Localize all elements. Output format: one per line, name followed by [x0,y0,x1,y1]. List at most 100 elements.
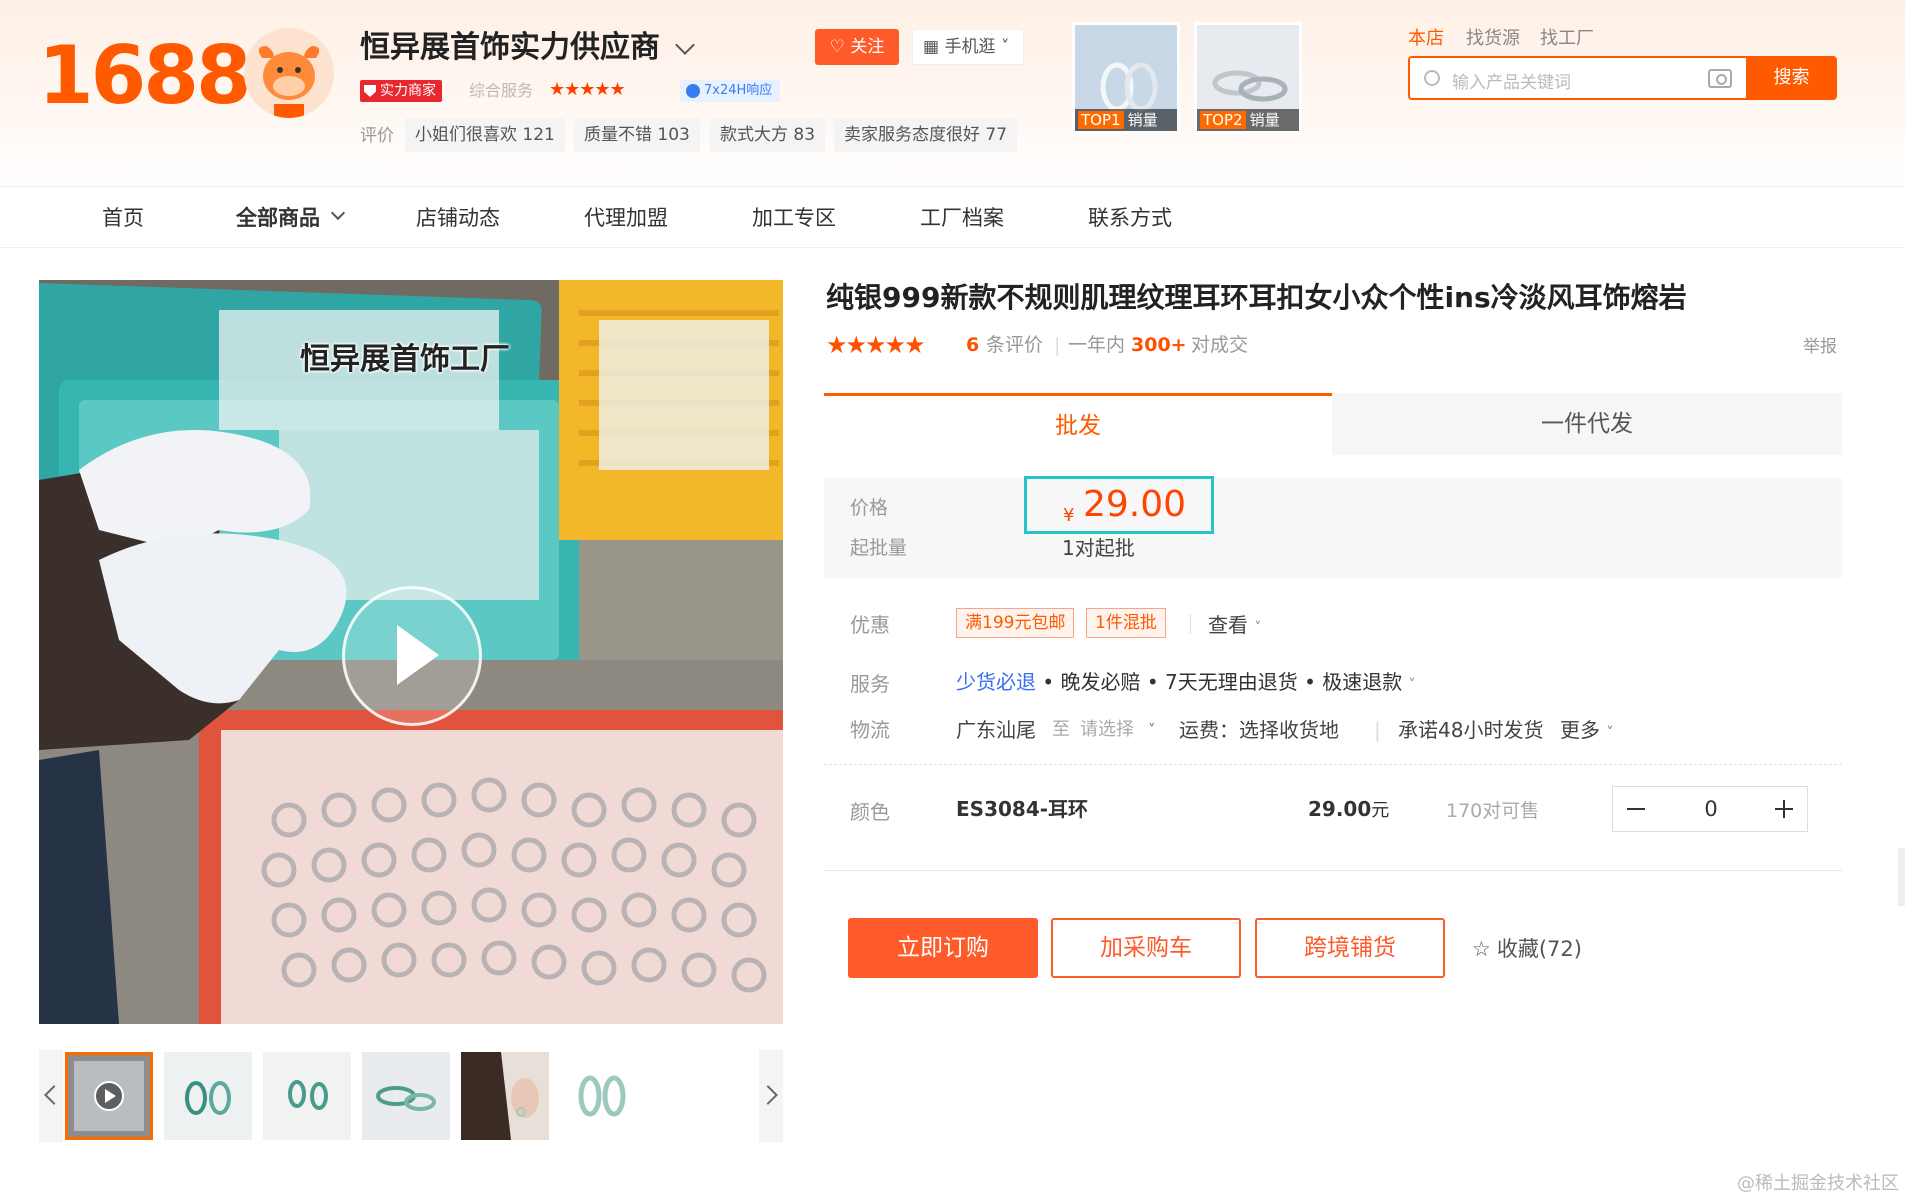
service-item[interactable]: 少货必退 [956,670,1036,694]
top-rank-label: TOP2 销量 [1197,109,1299,131]
more-logistics-link[interactable]: 更多 ˅ [1560,716,1613,747]
nav-all-products[interactable]: 全部商品 [236,203,320,233]
search-placeholder: 输入产品关键词 [1452,73,1571,93]
coupon-badge[interactable]: 满199元包邮 [956,608,1075,638]
nav-agency[interactable]: 代理加盟 [584,203,668,233]
thumbnail-image[interactable] [263,1052,351,1140]
service-item: 晚发必赔 [1060,670,1141,694]
watermark: @稀土掘金技术社区 [1737,1173,1899,1194]
order-now-button[interactable]: 立即订购 [848,918,1038,978]
next-thumb-button[interactable] [758,1050,783,1142]
evaluation-label: 评价 [360,126,394,146]
review-tag[interactable]: 款式大方 83 [710,118,826,152]
shield-icon [364,85,376,97]
quantity-input[interactable]: 0 [1657,787,1765,831]
chevron-down-icon[interactable]: ˅ [1409,677,1416,693]
nav-shop-news[interactable]: 店铺动态 [416,203,500,233]
service-list[interactable]: 少货必退 • 晚发必赔 • 7天无理由退货 • 极速退款 ˅ [956,668,1416,699]
cross-border-button[interactable]: 跨境铺货 [1255,918,1445,978]
rank-badge: TOP1 [1078,111,1124,129]
nav-factory-profile[interactable]: 工厂档案 [920,203,1004,233]
sku-price: 29.00元 [1308,795,1389,825]
shop-avatar[interactable] [244,28,334,118]
search-input[interactable]: 输入产品关键词 [1408,56,1746,100]
shop-nav: 首页 全部商品 店铺动态 代理加盟 加工专区 工厂档案 联系方式 [0,186,1905,248]
divider [824,764,1842,765]
review-count[interactable]: 6 [966,332,979,358]
search-tab-this-shop[interactable]: 本店 [1408,26,1444,52]
tab-wholesale[interactable]: 批发 [824,393,1332,455]
price-label: 价格 [850,497,889,519]
thumbnail-image[interactable] [362,1052,450,1140]
chevron-right-icon [758,1085,778,1105]
see-coupons-link[interactable]: 查看 ˅ [1208,611,1261,642]
prev-thumb-button[interactable] [39,1050,64,1142]
camera-icon[interactable] [1708,69,1732,88]
report-link[interactable]: 举报 [1803,332,1837,357]
to-label: 至 [1052,719,1070,740]
quantity-stepper: 0 [1612,786,1808,832]
tag-text: 款式大方 [720,125,788,145]
coupon-badge[interactable]: 1件混批 [1086,608,1166,638]
tag-count: 83 [793,125,816,145]
follow-label: 关注 [850,37,885,57]
follow-button[interactable]: ♡ 关注 [815,29,899,65]
rank-badge: TOP2 [1200,111,1246,129]
review-tag[interactable]: 卖家服务态度很好 77 [834,118,1018,152]
top-product-2[interactable]: TOP2 销量 [1194,22,1302,134]
add-to-cart-button[interactable]: 加采购车 [1051,918,1241,978]
search-icon [1424,70,1440,86]
badge-label: 实力商家 [380,83,436,99]
year-label: 一年内 [1068,334,1126,356]
rank-text: 销量 [1249,111,1280,129]
review-tag[interactable]: 小姐们很喜欢 121 [405,118,565,152]
site-logo[interactable]: 1688 [38,30,252,122]
sku-price-value: 29.00 [1308,797,1372,821]
nav-home[interactable]: 首页 [102,203,144,233]
divider [1190,614,1191,634]
favorite-button[interactable]: ☆ 收藏(72) [1472,934,1582,964]
service-label: 综合服务 [469,81,534,100]
qr-icon: ▦ [923,37,940,57]
tag-text: 小姐们很喜欢 [415,125,517,145]
color-label: 颜色 [850,800,890,824]
service-item: 7天无理由退货 [1165,670,1298,694]
review-label[interactable]: 条评价 [986,332,1043,358]
chevron-down-icon: ˅ [1606,725,1614,741]
tab-dropship[interactable]: 一件代发 [1332,393,1842,455]
shop-name[interactable]: 恒异展首饰实力供应商 [360,28,660,68]
min-order-value: 1对起批 [1062,536,1135,560]
nav-processing[interactable]: 加工专区 [752,203,836,233]
deal-count: 300+ [1131,334,1187,356]
sku-price-unit: 元 [1371,800,1390,821]
play-icon[interactable] [342,586,482,726]
search-tab-source[interactable]: 找货源 [1466,26,1520,52]
thumbnail-image[interactable] [461,1052,549,1140]
tag-count: 121 [522,125,555,145]
tag-text: 质量不错 [584,125,652,145]
increment-button[interactable] [1763,787,1807,831]
thumbnail-image[interactable] [560,1052,648,1140]
nav-contact[interactable]: 联系方式 [1088,203,1172,233]
chevron-left-icon [44,1085,64,1105]
destination-select[interactable]: 请选择 [1080,716,1134,744]
thumbnail-video[interactable] [65,1052,153,1140]
chevron-down-icon[interactable]: ˅ [1148,716,1156,744]
price-panel [824,478,1842,578]
rank-text: 销量 [1127,111,1158,129]
search-tab-factory[interactable]: 找工厂 [1540,26,1594,52]
top-product-1[interactable]: TOP1 销量 [1072,22,1180,134]
ship-from: 广东汕尾 [956,718,1036,742]
service-item: 极速退款 [1322,670,1403,694]
thumbnail-image[interactable] [164,1052,252,1140]
discount-label: 优惠 [850,613,890,637]
side-panel-edge[interactable] [1898,848,1905,906]
mobile-browse-button[interactable]: ▦ 手机逛 ˅ [912,29,1024,65]
decrement-button[interactable] [1613,787,1657,831]
currency-symbol: ¥ [1063,505,1075,526]
logistics-label: 物流 [850,718,890,742]
review-tag[interactable]: 质量不错 103 [574,118,700,152]
chevron-down-icon: ˅ [1254,620,1262,636]
sku-name: ES3084-耳环 [956,797,1089,821]
search-button[interactable]: 搜索 [1746,56,1837,100]
